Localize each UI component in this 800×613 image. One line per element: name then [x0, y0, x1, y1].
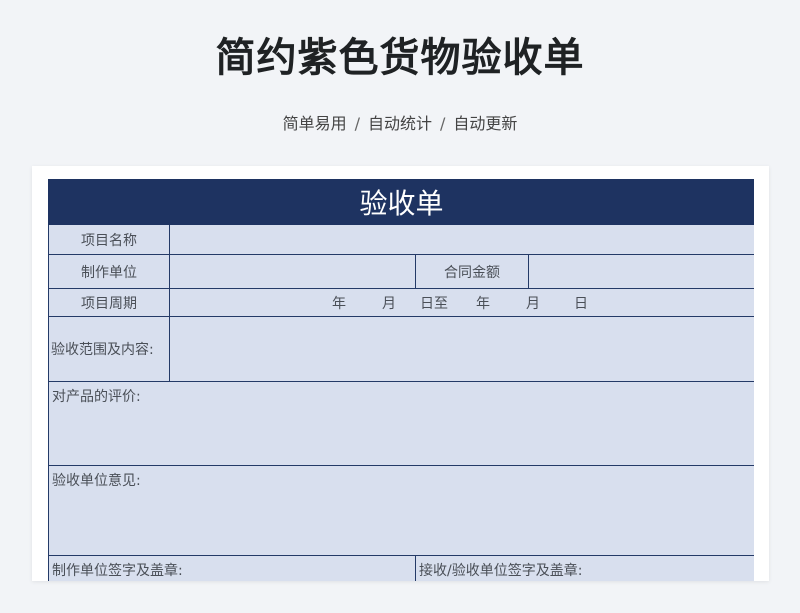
- scope-label: 验收范围及内容:: [48, 316, 170, 382]
- acceptance-form-sheet: 验收单 项目名称 制作单位 合同金额 项目周期 年 月 日至 年 月 日 验收范围及内容:: [48, 179, 754, 581]
- period-end-day: 日: [574, 295, 588, 312]
- acceptance-opinion-field[interactable]: 验收单位意见:: [48, 465, 754, 556]
- subtitle: 简单易用 / 自动统计 / 自动更新: [0, 113, 800, 135]
- period-start-year: 年: [332, 295, 346, 312]
- subtitle-item-auto-stats: 自动统计: [367, 114, 432, 133]
- maker-sign-label: 制作单位签字及盖章:: [52, 563, 183, 579]
- maker-sign-field[interactable]: 制作单位签字及盖章:: [48, 555, 416, 581]
- receiver-sign-label: 接收/验收单位签字及盖章:: [419, 563, 583, 579]
- contract-amount-field[interactable]: [527, 254, 754, 289]
- evaluation-label: 对产品的评价:: [52, 389, 141, 405]
- subtitle-item-easy: 简单易用: [282, 114, 347, 133]
- project-name-field[interactable]: [168, 224, 754, 255]
- project-period-label: 项目周期: [48, 288, 170, 317]
- receiver-sign-field[interactable]: 接收/验收单位签字及盖章:: [414, 555, 754, 581]
- subtitle-separator: /: [354, 114, 360, 133]
- maker-unit-field[interactable]: [169, 254, 416, 289]
- form-title: 验收单: [48, 179, 754, 225]
- scope-field[interactable]: [168, 316, 754, 382]
- period-start-month: 月: [382, 295, 396, 312]
- acceptance-form-table: 验收单 项目名称 制作单位 合同金额 项目周期 年 月 日至 年 月 日 验收范围及内容:: [48, 179, 754, 581]
- acceptance-opinion-label: 验收单位意见:: [52, 473, 141, 489]
- maker-unit-label: 制作单位: [48, 254, 170, 289]
- contract-amount-label: 合同金额: [415, 254, 529, 289]
- period-end-year: 年: [476, 295, 490, 312]
- form-preview-card: 验收单 项目名称 制作单位 合同金额 项目周期 年 月 日至 年 月 日 验收范围及内容:: [32, 166, 769, 581]
- page-title: 简约紫色货物验收单: [215, 35, 585, 81]
- evaluation-field[interactable]: 对产品的评价:: [48, 381, 754, 466]
- period-start-day-to: 日至: [420, 295, 448, 312]
- subtitle-separator: /: [440, 114, 446, 133]
- subtitle-item-auto-update: 自动更新: [453, 114, 518, 133]
- period-end-month: 月: [526, 295, 540, 312]
- project-period-field[interactable]: 年 月 日至 年 月 日: [168, 288, 754, 317]
- project-name-label: 项目名称: [48, 224, 170, 255]
